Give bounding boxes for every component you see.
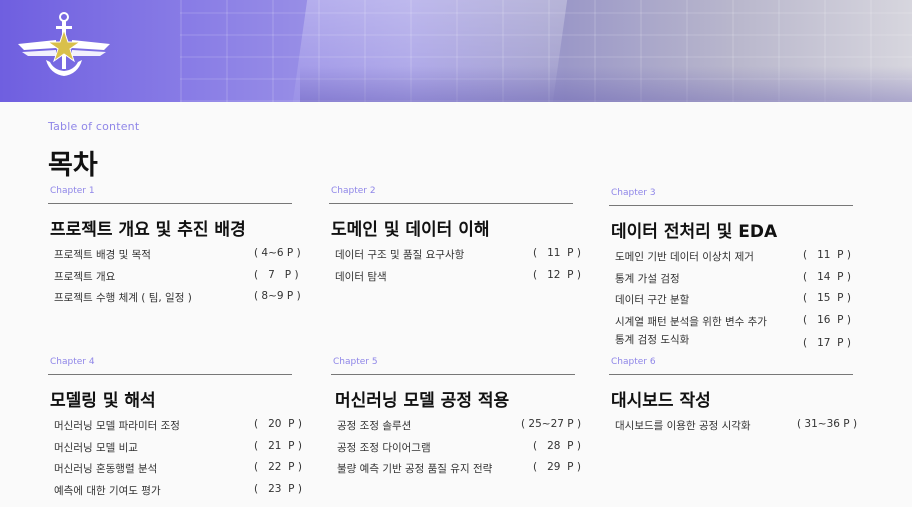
toc-entry[interactable]: 불량 예측 기반 공정 품질 유지 전략 ( 29 P ) [331, 458, 581, 480]
section-title: 프로젝트 개요 및 추진 배경 [50, 220, 246, 240]
toc-entry[interactable]: 도메인 기반 데이터 이상치 제거 ( 11 P ) [609, 246, 853, 268]
entry-title: 통계 검정 도식화 [615, 334, 690, 346]
entry-title: 공정 조정 솔루션 [337, 420, 412, 432]
entry-page: ( 12 P ) [533, 268, 581, 281]
entry-page: ( 16 P ) [803, 313, 851, 326]
toc-entry[interactable]: 프로젝트 배경 및 목적 ( 4~6 P ) [48, 244, 301, 266]
entry-page: ( 8~9 P ) [254, 290, 301, 302]
entry-page: ( 11 P ) [803, 249, 851, 261]
entry-title: 시계열 패턴 분석을 위한 변수 추가 [615, 315, 767, 328]
toc-entry[interactable]: 예측에 대한 기여도 평가 ( 23 P ) [48, 480, 302, 502]
toc-entry[interactable]: 데이터 구간 분할 ( 15 P ) [609, 289, 853, 311]
chapter-5-section: Chapter 5 머신러닝 모델 공정 적용 공정 조정 솔루션 ( 25~2… [331, 357, 581, 480]
chapter-divider [609, 374, 853, 375]
navy-anchor-star-emblem-icon [18, 12, 110, 76]
toc-entry[interactable]: 통계 가설 검정 ( 14 P ) [609, 268, 853, 290]
entry-title: 대시보드를 이용한 공정 시각화 [615, 420, 751, 432]
entry-page: ( 14 P ) [803, 270, 851, 283]
toc-entry[interactable]: 프로젝트 수행 체계 ( 팀, 일정 ) ( 8~9 P ) [48, 287, 301, 309]
entry-title: 데이터 구조 및 품질 요구사항 [335, 249, 465, 261]
entry-title: 공정 조정 다이어그램 [337, 441, 431, 454]
entry-page: ( 29 P ) [533, 461, 581, 473]
chapter-1-section: Chapter 1 프로젝트 개요 및 추진 배경 프로젝트 배경 및 목적 (… [48, 186, 301, 309]
toc-entry[interactable]: 머신러닝 모델 비교 ( 21 P ) [48, 437, 302, 459]
chapter-label: Chapter 1 [50, 186, 95, 196]
toc-label: Table of content [48, 120, 140, 133]
page-title: 목차 [48, 150, 98, 181]
section-title: 데이터 전처리 및 EDA [611, 222, 778, 242]
entry-page: ( 17 P ) [803, 337, 851, 349]
chapter-label: Chapter 6 [611, 357, 656, 367]
entry-title: 도메인 기반 데이터 이상치 제거 [615, 251, 754, 263]
toc-entry[interactable]: 프로젝트 개요 ( 7 P ) [48, 266, 299, 288]
entry-title: 머신러닝 혼동행렬 분석 [54, 463, 158, 475]
toc-entry[interactable]: 머신러닝 모델 파라미터 조정 ( 20 P ) [48, 415, 302, 437]
entry-page: ( 15 P ) [803, 292, 851, 304]
chapter-label: Chapter 2 [331, 186, 376, 196]
chapter-divider [331, 374, 575, 375]
entry-page: ( 21 P ) [254, 439, 302, 452]
entry-page: ( 28 P ) [533, 439, 581, 452]
entry-page: ( 31~36 P ) [797, 418, 858, 430]
chapter-divider [48, 374, 292, 375]
entry-page: ( 7 P ) [254, 268, 299, 281]
toc-entry[interactable]: 공정 조정 솔루션 ( 25~27 P ) [331, 415, 581, 437]
entry-title: 데이터 구간 분할 [615, 294, 690, 306]
chapter-divider [609, 205, 853, 206]
toc-entry[interactable]: 통계 검정 도식화 ( 17 P ) [609, 332, 853, 354]
entry-title: 머신러닝 모델 파라미터 조정 [54, 420, 180, 432]
entry-title: 프로젝트 수행 체계 ( 팀, 일정 ) [54, 292, 192, 304]
toc-entry[interactable]: 공정 조정 다이어그램 ( 28 P ) [331, 437, 581, 459]
toc-entry[interactable]: 대시보드를 이용한 공정 시각화 ( 31~36 P ) [609, 415, 857, 437]
entry-page: ( 23 P ) [254, 482, 302, 495]
entry-title: 불량 예측 기반 공정 품질 유지 전략 [337, 463, 493, 475]
chapter-divider [48, 203, 292, 204]
chapter-divider [329, 203, 573, 204]
entry-page: ( 11 P ) [533, 247, 581, 259]
chapter-label: Chapter 5 [333, 357, 378, 367]
entry-page: ( 25~27 P ) [521, 418, 582, 430]
section-title: 도메인 및 데이터 이해 [331, 220, 490, 240]
header-banner [0, 0, 912, 102]
entry-title: 프로젝트 배경 및 목적 [54, 249, 151, 261]
chapter-3-section: Chapter 3 데이터 전처리 및 EDA 도메인 기반 데이터 이상치 제… [609, 188, 853, 354]
chapter-label: Chapter 3 [611, 188, 656, 198]
section-title: 모델링 및 해석 [50, 391, 156, 411]
chapter-6-section: Chapter 6 대시보드 작성 대시보드를 이용한 공정 시각화 ( 31~… [609, 357, 857, 437]
banner-floor-shade [300, 66, 912, 102]
entry-title: 데이터 탐색 [335, 270, 387, 283]
entry-page: ( 4~6 P ) [254, 247, 301, 259]
entry-page: ( 20 P ) [254, 418, 302, 430]
section-title: 대시보드 작성 [611, 391, 711, 411]
entry-title: 머신러닝 모델 비교 [54, 441, 138, 454]
entry-title: 예측에 대한 기여도 평가 [54, 484, 161, 497]
entry-title: 통계 가설 검정 [615, 272, 680, 285]
chapter-2-section: Chapter 2 도메인 및 데이터 이해 데이터 구조 및 품질 요구사항 … [329, 186, 581, 288]
entry-title: 프로젝트 개요 [54, 270, 116, 283]
chapter-label: Chapter 4 [50, 357, 95, 367]
entry-page: ( 22 P ) [254, 461, 302, 473]
toc-entry[interactable]: 머신러닝 혼동행렬 분석 ( 22 P ) [48, 458, 302, 480]
toc-entry[interactable]: 데이터 구조 및 품질 요구사항 ( 11 P ) [329, 244, 581, 266]
toc-entry[interactable]: 데이터 탐색 ( 12 P ) [329, 266, 581, 288]
toc-entry[interactable]: 시계열 패턴 분석을 위한 변수 추가 ( 16 P ) [609, 311, 853, 333]
chapter-4-section: Chapter 4 모델링 및 해석 머신러닝 모델 파라미터 조정 ( 20 … [48, 357, 302, 502]
section-title: 머신러닝 모델 공정 적용 [335, 391, 510, 411]
